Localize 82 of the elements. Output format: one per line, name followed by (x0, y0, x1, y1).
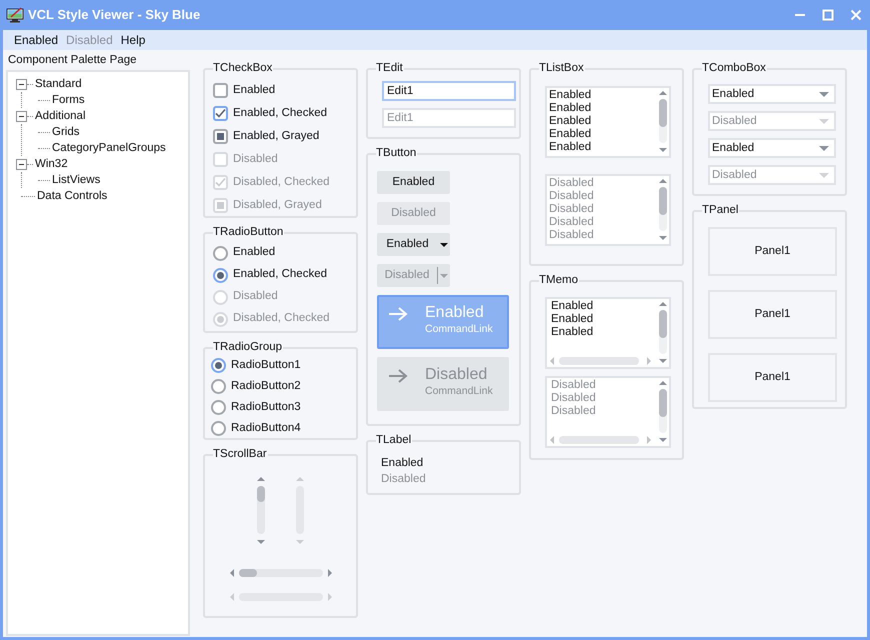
caret-icon (818, 90, 830, 98)
menu-item[interactable]: Enabled (10, 30, 62, 50)
list-item: Disabled (548, 177, 595, 190)
vertical-scrollbar[interactable] (255, 476, 267, 546)
radio-button[interactable] (213, 268, 228, 282)
list-item: Disabled (548, 203, 595, 216)
checkbox-label: Disabled, Checked (233, 174, 330, 190)
tree-item[interactable]: Additional (35, 108, 86, 124)
list-item[interactable]: Enabled (547, 102, 657, 115)
checkbox-label[interactable]: Enabled (233, 82, 276, 100)
caret-icon (818, 117, 830, 125)
tree-item[interactable]: Forms (52, 92, 85, 108)
memo-line: Enabled (550, 313, 594, 326)
panel: Panel1 (708, 227, 837, 276)
radio-label[interactable]: RadioButton4 (231, 420, 301, 438)
memo-line: Disabled (550, 392, 597, 405)
list-item: Disabled (548, 229, 595, 242)
caret-icon (438, 272, 450, 280)
menu-item[interactable]: Help (116, 30, 150, 50)
tree-item[interactable]: ListViews (52, 172, 100, 188)
collapse-icon[interactable] (16, 78, 27, 90)
monitor-icon (6, 7, 24, 23)
checkbox-label: Disabled, Grayed (233, 198, 322, 213)
collapse-icon[interactable] (16, 110, 27, 122)
arrow-icon (387, 306, 409, 322)
list-item[interactable]: Enabled (547, 141, 657, 154)
palette-label: Component Palette Page (7, 53, 138, 68)
radio-label[interactable]: Enabled (233, 244, 276, 262)
push-button[interactable]: Enabled (377, 171, 450, 194)
panel: Panel1 (708, 290, 837, 339)
caret-icon (818, 144, 830, 152)
split-button[interactable]: Enabled (377, 233, 450, 256)
list-item[interactable]: Enabled (547, 128, 657, 141)
radio-label: Disabled (233, 289, 278, 304)
panel: Panel1 (708, 353, 837, 402)
maximize-icon[interactable] (822, 9, 834, 21)
close-icon[interactable] (850, 9, 862, 21)
horizontal-scrollbar[interactable] (228, 568, 332, 578)
radio-button[interactable] (211, 358, 226, 373)
caret-icon (818, 171, 830, 179)
radio-label[interactable]: RadioButton1 (231, 356, 301, 374)
checkbox[interactable] (213, 129, 228, 144)
radio-button[interactable] (213, 246, 228, 260)
list-item[interactable]: Enabled (547, 115, 657, 128)
memo-box[interactable]: Enabled Enabled Enabled (545, 297, 671, 369)
collapse-icon[interactable] (16, 158, 27, 170)
combo-box: Disabled (708, 165, 836, 185)
tree-item[interactable]: Win32 (35, 156, 68, 172)
caret-icon (438, 240, 450, 248)
list-item: Disabled (548, 216, 595, 229)
checkbox-label[interactable]: Enabled, Grayed (233, 128, 320, 146)
checkbox[interactable] (213, 83, 228, 98)
radio-label[interactable]: RadioButton3 (231, 398, 301, 416)
list-item[interactable]: Enabled (547, 89, 657, 102)
label-text: Enabled (381, 456, 424, 471)
checkbox-label[interactable]: Enabled, Checked (233, 104, 327, 122)
tree-item[interactable]: Data Controls (37, 188, 108, 204)
arrow-icon (387, 368, 409, 384)
combo-box[interactable]: Enabled (708, 84, 836, 104)
radio-label: Disabled, Checked (233, 311, 330, 326)
window-title: VCL Style Viewer - Sky Blue (28, 6, 200, 24)
combo-box[interactable]: Enabled (708, 138, 836, 158)
radio-button[interactable] (211, 421, 226, 436)
tree-item[interactable]: Standard (35, 76, 82, 92)
memo-line: Enabled (550, 300, 594, 313)
list-box[interactable]: Enabled Enabled Enabled Enabled Enabled (545, 86, 671, 158)
tree-item[interactable]: Grids (52, 124, 80, 140)
radio-label[interactable]: RadioButton2 (231, 378, 301, 396)
list-item: Disabled (548, 190, 595, 203)
checkbox[interactable] (213, 106, 228, 121)
radio-label[interactable]: Enabled, Checked (233, 266, 327, 284)
text-field[interactable]: Edit1 (382, 81, 516, 101)
radio-button[interactable] (211, 400, 226, 415)
checkbox-label: Disabled (233, 152, 278, 167)
memo-line: Disabled (550, 405, 597, 418)
combo-box: Disabled (708, 111, 836, 131)
label-text: Disabled (381, 472, 427, 487)
memo-line: Disabled (550, 379, 597, 392)
group-title: TRadioGroup (213, 340, 284, 354)
memo-line: Enabled (550, 326, 594, 339)
tree-item[interactable]: CategoryPanelGroups (52, 140, 166, 156)
radio-button[interactable] (211, 379, 226, 394)
